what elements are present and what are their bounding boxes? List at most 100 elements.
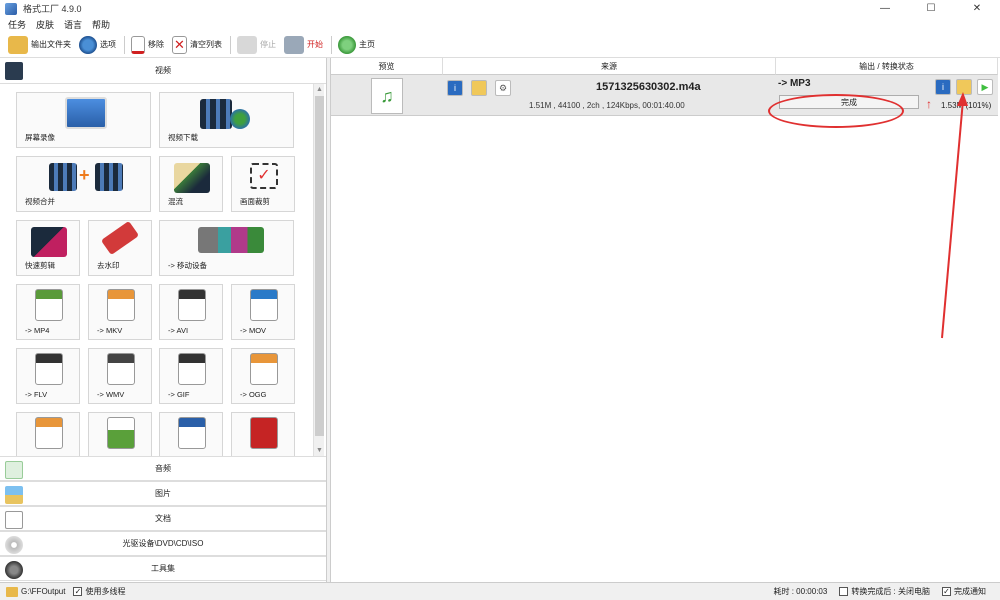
category-list: 音频 图片 文档 光驱设备\DVD\CD\ISO 工具集 (0, 456, 326, 581)
category-optical[interactable]: 光驱设备\DVD\CD\ISO (0, 531, 326, 556)
tile-label: -> OGG (240, 390, 267, 399)
tile-label: 屏幕录像 (25, 133, 55, 142)
notify-checkbox[interactable]: ✓ (942, 587, 951, 596)
window-title: 格式工厂 4.9.0 (23, 4, 82, 14)
tile-mkv[interactable]: -> MKV (88, 284, 152, 340)
tile-ogg[interactable]: -> OGG (231, 348, 295, 404)
tile-video-download[interactable]: 视频下载 (159, 92, 294, 148)
menu-task[interactable]: 任务 (8, 18, 26, 31)
stop-label: 停止 (260, 40, 276, 49)
globe-icon (230, 109, 250, 129)
menu-bar: 任务 皮肤 语言 帮助 (0, 17, 1000, 32)
settings-icon[interactable]: ⚙ (495, 80, 511, 96)
clear-list-icon: ✕ (172, 35, 187, 54)
tile-mp4[interactable]: -> MP4 (16, 284, 80, 340)
shutdown-checkbox[interactable] (839, 587, 849, 596)
open-folder-icon[interactable] (471, 80, 487, 96)
category-optical-label: 光驱设备\DVD\CD\ISO (122, 539, 204, 548)
toolbar-divider (331, 35, 332, 54)
category-image[interactable]: 图片 (0, 481, 326, 506)
clear-list-button[interactable]: ✕ 清空列表 (172, 35, 222, 54)
tile-webm[interactable] (16, 412, 80, 456)
tiles-scrollbar[interactable]: ▲ ▼ (313, 84, 324, 456)
title-bar: 格式工厂 4.9.0 — ☐ ✕ (0, 0, 1000, 17)
video-merge-icon (49, 163, 77, 191)
category-audio-label: 音频 (155, 464, 171, 473)
output-folder-icon[interactable] (956, 79, 972, 95)
maximize-button[interactable]: ☐ (908, 0, 954, 17)
crop-icon: ✓ (250, 163, 278, 189)
gif-icon (178, 353, 206, 385)
start-icon (284, 35, 304, 54)
tile-mobile-device[interactable]: -> 移动设备 (159, 220, 294, 276)
category-tools[interactable]: 工具集 (0, 556, 326, 581)
tile-crop[interactable]: ✓ 画面裁剪 (231, 156, 295, 212)
info-icon[interactable]: i (447, 80, 463, 96)
quick-edit-icon (31, 227, 67, 257)
category-document[interactable]: 文档 (0, 506, 326, 531)
home-button[interactable]: 主页 (338, 35, 375, 54)
size-increase-arrow-icon: ↑ (926, 97, 932, 111)
scroll-thumb[interactable] (315, 96, 324, 436)
tile-mov[interactable]: -> MOV (231, 284, 295, 340)
mpeg-icon (178, 417, 206, 449)
webm-icon (35, 417, 63, 449)
remove-icon (131, 35, 145, 54)
start-label: 开始 (307, 40, 323, 49)
play-icon[interactable]: ▶ (977, 79, 993, 95)
plus-icon: + (79, 165, 90, 185)
annotation-circle (768, 94, 904, 128)
tile-video-merge[interactable]: + 视频合并 (16, 156, 151, 212)
remove-watermark-icon (100, 220, 140, 256)
tile-avi[interactable]: -> AVI (159, 284, 223, 340)
output-folder-button[interactable]: 输出文件夹 (8, 35, 71, 54)
tile-swf[interactable] (231, 412, 295, 456)
tile-gif[interactable]: -> GIF (159, 348, 223, 404)
close-button[interactable]: ✕ (954, 0, 1000, 17)
multithread-checkbox[interactable]: ✓ (73, 587, 83, 596)
column-source[interactable]: 来源 (443, 58, 776, 75)
column-output[interactable]: 输出 / 转换状态 (776, 58, 998, 75)
tile-label: -> GIF (168, 390, 190, 399)
clear-list-label: 清空列表 (190, 40, 222, 49)
mov-icon (250, 289, 278, 321)
mkv-icon (107, 289, 135, 321)
tile-quick-edit[interactable]: 快速剪辑 (16, 220, 80, 276)
tile-label: 视频合并 (25, 197, 55, 206)
tile-label: 视频下载 (168, 133, 198, 142)
tile-wmv[interactable]: -> WMV (88, 348, 152, 404)
category-audio[interactable]: 音频 (0, 456, 326, 481)
function-panel: 视频 屏幕录像 视频下载 + 视频合并 混流 ✓ 画面裁剪 快速剪辑 去水印 -… (0, 58, 327, 582)
source-filename: 1571325630302.m4a (596, 81, 701, 93)
tile-mpeg[interactable] (159, 412, 223, 456)
wmv-icon (107, 353, 135, 385)
scroll-up-icon[interactable]: ▲ (314, 84, 325, 95)
status-right: 耗时 : 00:00:03 转换完成后 : 关闭电脑 ✓ 完成通知 (768, 586, 986, 597)
menu-help[interactable]: 帮助 (92, 18, 110, 31)
scroll-down-icon[interactable]: ▼ (314, 445, 325, 456)
video-tiles: 屏幕录像 视频下载 + 视频合并 混流 ✓ 画面裁剪 快速剪辑 去水印 -> 移… (0, 84, 326, 456)
stop-button[interactable]: 停止 (237, 35, 276, 54)
tile-remove-watermark[interactable]: 去水印 (88, 220, 152, 276)
tile-label: 混流 (168, 197, 183, 206)
minimize-button[interactable]: — (862, 0, 908, 17)
tile-label: 快速剪辑 (25, 261, 55, 270)
column-preview[interactable]: 预览 (331, 58, 443, 75)
after-done-label: 转换完成后 : 关闭电脑 (851, 587, 930, 596)
menu-language[interactable]: 语言 (64, 18, 82, 31)
tile-label: 去水印 (97, 261, 120, 270)
tile-label: -> MKV (97, 326, 123, 335)
output-info-icon[interactable]: i (935, 79, 951, 95)
mp4-icon (35, 289, 63, 321)
menu-skin[interactable]: 皮肤 (36, 18, 54, 31)
tile-3gp[interactable] (88, 412, 152, 456)
tile-screen-record[interactable]: 屏幕录像 (16, 92, 151, 148)
output-path[interactable]: G:\FFOutput (21, 587, 65, 596)
mux-icon (174, 163, 210, 193)
tile-flv[interactable]: -> FLV (16, 348, 80, 404)
start-button[interactable]: 开始 (284, 35, 323, 54)
tile-mux[interactable]: 混流 (159, 156, 223, 212)
options-button[interactable]: 选项 (79, 35, 116, 54)
remove-button[interactable]: 移除 (131, 35, 164, 54)
category-video[interactable]: 视频 (0, 58, 326, 84)
